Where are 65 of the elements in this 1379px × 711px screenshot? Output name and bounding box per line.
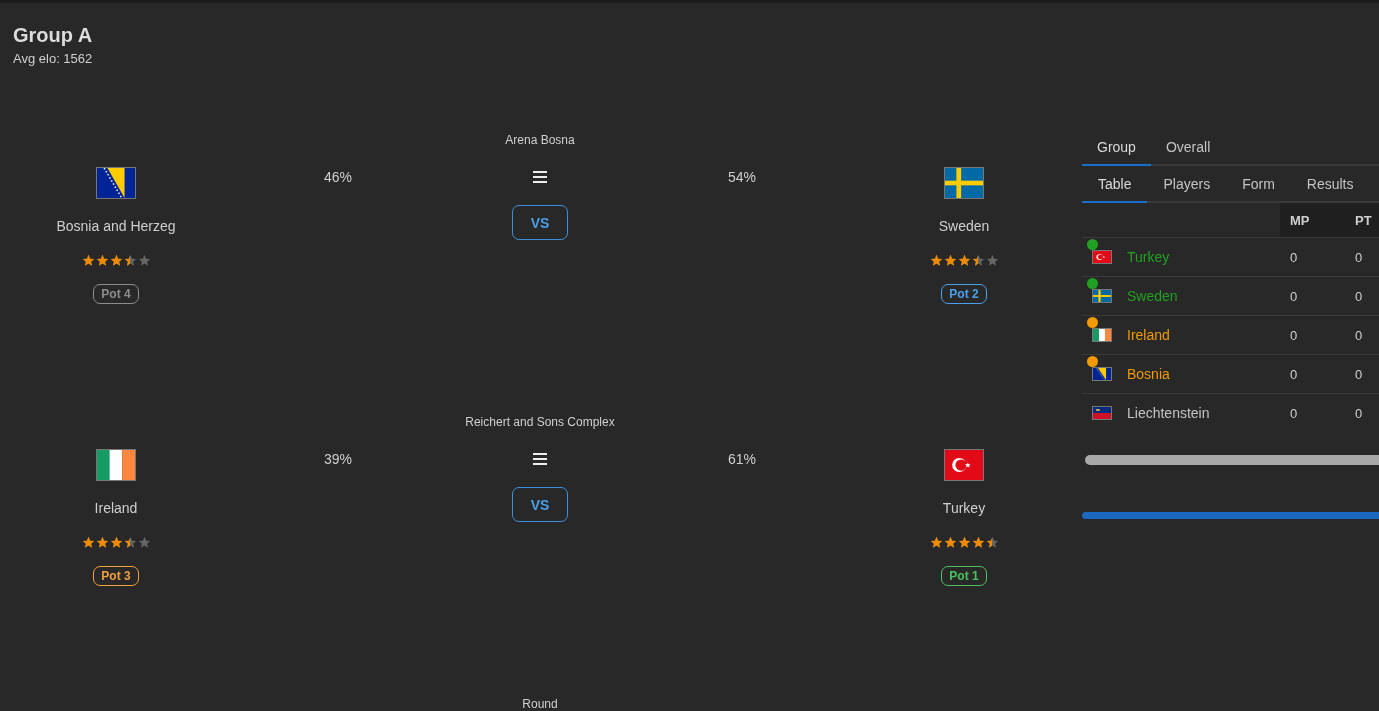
star-icon (957, 536, 971, 549)
star-icon (943, 536, 957, 549)
mp-value: 0 (1290, 366, 1298, 382)
avg-elo: Avg elo: 1562 (13, 51, 94, 67)
pt-value: 0 (1355, 249, 1363, 265)
venue-name: Round (522, 697, 558, 711)
star-icon (971, 254, 985, 267)
group-title: Group A (13, 23, 94, 47)
scrollbar[interactable] (1085, 455, 1379, 465)
tab[interactable]: Players (1147, 166, 1227, 203)
star-icon (957, 254, 971, 267)
mp-value: 0 (1290, 288, 1298, 304)
team-name: Ireland (1127, 327, 1170, 343)
pt-value: 0 (1355, 327, 1363, 343)
menu-icon[interactable] (533, 453, 547, 465)
star-icon (137, 536, 151, 549)
star-icon (929, 536, 943, 549)
tab[interactable]: Group (1082, 130, 1151, 166)
star-icon (109, 254, 123, 267)
star-icon (109, 536, 123, 549)
team-name: Bosnia (1127, 366, 1170, 382)
vs-button[interactable]: VS (512, 487, 568, 522)
win-chance: 54% (728, 168, 756, 187)
star-icon (137, 254, 151, 267)
venue-name: Arena Bosna (505, 133, 575, 147)
pot-badge: Pot 3 (93, 566, 139, 586)
team-name: Ireland (94, 499, 138, 517)
star-icon (929, 254, 943, 267)
tab[interactable]: Table (1082, 166, 1148, 203)
team-name: Turkey (942, 499, 986, 517)
pt-value: 0 (1355, 405, 1363, 421)
tab[interactable]: Results (1290, 166, 1370, 203)
star-icon (123, 254, 137, 267)
tab[interactable]: Form (1226, 166, 1291, 203)
star-icon (943, 254, 957, 267)
pot-badge: Pot 1 (941, 566, 987, 586)
venue-name: Reichert and Sons Complex (465, 415, 615, 429)
star-icon (971, 536, 985, 549)
pot-badge: Pot 2 (941, 284, 987, 304)
column-header: MP (1290, 212, 1310, 228)
star-icon (81, 254, 95, 267)
mp-value: 0 (1290, 405, 1298, 421)
star-icon (985, 254, 999, 267)
pt-value: 0 (1355, 366, 1363, 382)
win-chance: 61% (728, 450, 756, 469)
mp-value: 0 (1290, 249, 1298, 265)
team-name: Liechtenstein (1127, 405, 1210, 421)
team-name: Sweden (1127, 288, 1178, 304)
team-name: Bosnia and Herzeg (56, 217, 176, 235)
win-chance: 39% (324, 450, 352, 469)
team-name: Turkey (1127, 249, 1170, 265)
mp-value: 0 (1290, 327, 1298, 343)
star-icon (123, 536, 137, 549)
win-chance: 46% (324, 168, 352, 187)
column-header: PT (1355, 212, 1372, 228)
vs-button[interactable]: VS (512, 205, 568, 240)
pt-value: 0 (1355, 288, 1363, 304)
team-name: Sweden (938, 217, 990, 235)
star-icon (95, 254, 109, 267)
menu-icon[interactable] (533, 171, 547, 183)
star-icon (95, 536, 109, 549)
star-icon (985, 536, 999, 549)
star-icon (81, 536, 95, 549)
tab[interactable]: Overall (1150, 130, 1226, 166)
pot-badge: Pot 4 (93, 284, 139, 304)
